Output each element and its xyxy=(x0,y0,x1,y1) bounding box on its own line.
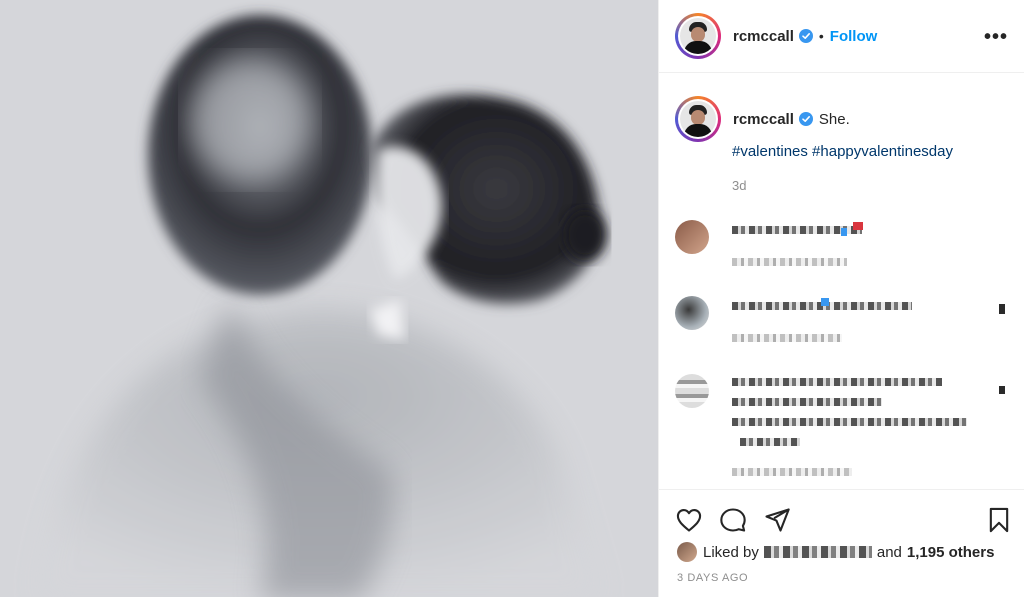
post-actions: Liked by and 1,195 others 3 DAYS AGO xyxy=(659,489,1024,597)
more-icon[interactable]: ••• xyxy=(984,26,1008,49)
post-image[interactable] xyxy=(0,0,658,597)
pixelated-comment-text xyxy=(740,438,800,446)
pixelated-liker-names[interactable] xyxy=(763,546,872,558)
comment-icon[interactable] xyxy=(719,506,747,534)
caption-username[interactable]: rcmccall xyxy=(733,111,794,128)
like-comment-icon[interactable] xyxy=(999,386,1005,394)
pixelated-emoji xyxy=(841,228,847,236)
like-comment-icon[interactable] xyxy=(999,304,1005,314)
share-icon[interactable] xyxy=(763,506,791,534)
pixelated-comment-meta xyxy=(732,258,847,266)
caption-avatar[interactable] xyxy=(675,96,721,142)
pixelated-comment-text xyxy=(732,378,942,386)
commenter-avatar[interactable] xyxy=(675,220,709,254)
verified-icon xyxy=(798,29,813,43)
separator-dot: • xyxy=(818,28,824,44)
caption-age[interactable]: 3d xyxy=(732,178,746,193)
and-label: and xyxy=(876,543,902,561)
pixelated-comment-text xyxy=(732,418,967,426)
pixelated-comment-meta xyxy=(732,468,852,476)
caption-text: She. xyxy=(818,110,850,128)
post-sidebar: rcmccall • Follow ••• rcmccall She. #val… xyxy=(658,0,1024,597)
pixelated-emoji xyxy=(853,222,863,230)
likes-summary: Liked by and 1,195 others xyxy=(677,542,994,562)
pixelated-comment-meta xyxy=(732,334,842,342)
follow-button[interactable]: Follow xyxy=(830,28,878,45)
pixelated-emoji xyxy=(821,298,829,306)
post-modal: rcmccall • Follow ••• rcmccall She. #val… xyxy=(0,0,1024,597)
author-username[interactable]: rcmccall xyxy=(733,28,794,45)
pixelated-comment-text xyxy=(732,398,882,406)
author-avatar[interactable] xyxy=(675,13,721,59)
commenter-avatar[interactable] xyxy=(675,296,709,330)
likes-count[interactable]: 1,195 others xyxy=(907,544,995,561)
liked-by-label: Liked by xyxy=(703,543,759,561)
commenter-avatar[interactable] xyxy=(675,374,709,408)
verified-icon xyxy=(798,112,813,126)
watercolor-illustration xyxy=(40,15,607,597)
post-header: rcmccall • Follow ••• xyxy=(659,0,1024,73)
post-date[interactable]: 3 DAYS AGO xyxy=(677,572,748,584)
liker-avatar[interactable] xyxy=(677,542,697,562)
heart-icon[interactable] xyxy=(675,506,703,534)
caption: rcmccall She. xyxy=(675,96,1015,142)
caption-hashtags[interactable]: #valentines #happyvalentinesday xyxy=(732,143,953,160)
bookmark-icon[interactable] xyxy=(985,506,1013,534)
